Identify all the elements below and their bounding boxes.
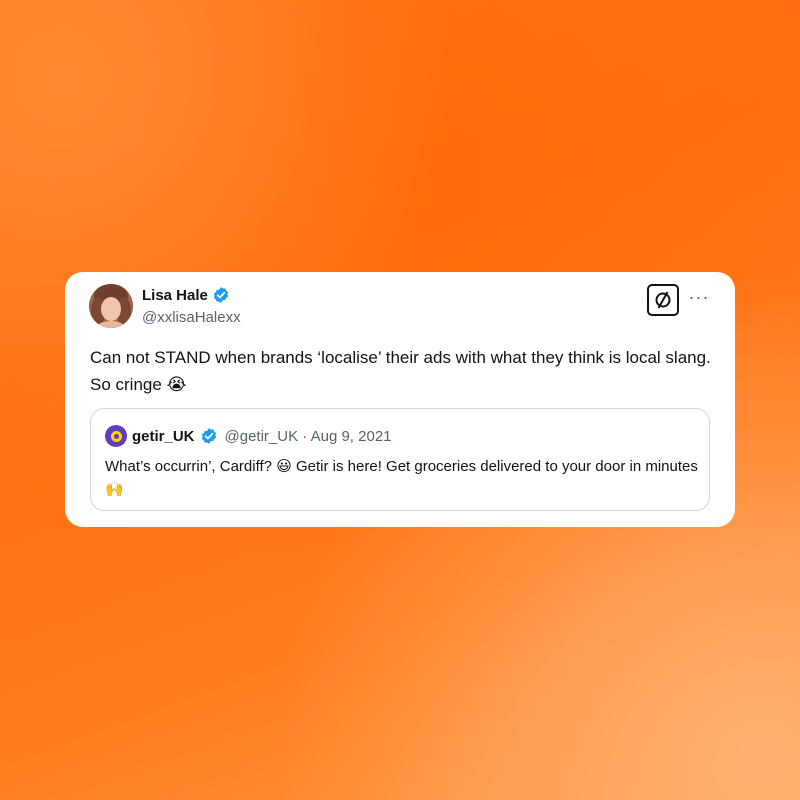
slashed-circle-logo-icon[interactable] [647,284,679,316]
quoted-tweet-text: What’s occurrin’, Cardiff? 😃 Getir is he… [105,455,700,501]
verified-badge-icon [201,428,216,444]
quoted-text-part2: Getir is here! Get groceries delivered t… [296,458,698,475]
crying-face-emoji: 😭 [166,375,187,395]
quoted-text-part1: What’s occurrin’, Cardiff? [105,458,273,475]
more-options-icon[interactable]: ··· [687,288,711,308]
quoted-tweet[interactable]: getir_UK @getir_UK · Aug 9, 2021 What’s … [90,408,710,511]
getir-logo-avatar[interactable] [105,425,127,447]
tweet-text: Can not STAND when brands ‘localise’ the… [90,344,720,399]
quoted-author-name[interactable]: getir_UK [132,428,195,445]
author-handle[interactable]: @xxlisaHalexx [142,309,241,326]
raised-hands-emoji: 🙌 [105,480,124,498]
author-avatar[interactable] [89,284,133,328]
quoted-meta: @getir_UK · Aug 9, 2021 [224,427,392,445]
smiley-emoji: 😃 [276,457,292,475]
verified-badge-icon [213,287,228,303]
author-name[interactable]: Lisa Hale [142,287,208,304]
tweet-card: Lisa Hale @xxlisaHalexx ··· Can not STAN… [65,272,735,527]
